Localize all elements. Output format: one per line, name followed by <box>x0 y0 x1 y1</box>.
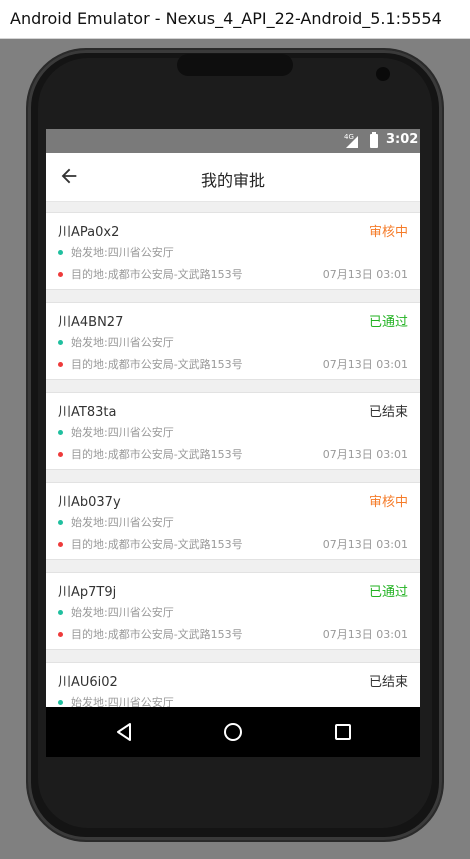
status-badge: 已通过 <box>368 585 408 600</box>
plate-number: 川A4BN27 <box>58 315 124 330</box>
plate-number: 川Ab037y <box>58 495 121 510</box>
origin-dot-icon <box>58 340 63 345</box>
origin-text: 始发地:四川省公安厅 <box>71 606 174 619</box>
timestamp: 07月13日 03:01 <box>322 448 408 461</box>
destination-text: 目的地:成都市公安局-文武路153号 <box>71 628 243 641</box>
status-badge: 审核中 <box>368 225 408 240</box>
destination-text: 目的地:成都市公安局-文武路153号 <box>71 448 243 461</box>
plate-number: 川AT83ta <box>58 405 117 420</box>
device-screen: 4G 3:02 我的审批 川APa0x2 审核中 始发地:四川省公安厅 目的地:… <box>46 129 420 757</box>
list-item[interactable]: 川Ab037y 审核中 始发地:四川省公安厅 目的地:成都市公安局-文武路153… <box>46 482 420 560</box>
nav-back-icon[interactable] <box>112 720 136 744</box>
timestamp: 07月13日 03:01 <box>322 268 408 281</box>
list-item[interactable]: 川AT83ta 已结束 始发地:四川省公安厅 目的地:成都市公安局-文武路153… <box>46 392 420 470</box>
destination-text: 目的地:成都市公安局-文武路153号 <box>71 538 243 551</box>
speaker-grille <box>177 54 293 76</box>
origin-dot-icon <box>58 520 63 525</box>
nav-home-icon[interactable] <box>221 720 245 744</box>
destination-dot-icon <box>58 272 63 277</box>
status-badge: 已通过 <box>368 315 408 330</box>
status-badge: 已结束 <box>368 675 408 690</box>
destination-dot-icon <box>58 542 63 547</box>
origin-text: 始发地:四川省公安厅 <box>71 516 174 529</box>
origin-dot-icon <box>58 610 63 615</box>
nav-recents-icon[interactable] <box>331 720 355 744</box>
list-item[interactable]: 川APa0x2 审核中 始发地:四川省公安厅 目的地:成都市公安局-文武路153… <box>46 212 420 290</box>
destination-dot-icon <box>58 452 63 457</box>
plate-number: 川APa0x2 <box>58 225 120 240</box>
origin-text: 始发地:四川省公安厅 <box>71 336 174 349</box>
approval-list[interactable]: 川APa0x2 审核中 始发地:四川省公安厅 目的地:成都市公安局-文武路153… <box>46 202 420 757</box>
origin-text: 始发地:四川省公安厅 <box>71 246 174 259</box>
window-title: Android Emulator - Nexus_4_API_22-Androi… <box>10 9 442 28</box>
battery-icon <box>370 132 378 148</box>
timestamp: 07月13日 03:01 <box>322 358 408 371</box>
status-clock: 3:02 <box>386 132 419 147</box>
window-titlebar: Android Emulator - Nexus_4_API_22-Androi… <box>0 0 470 39</box>
app-bar: 我的审批 <box>46 153 420 202</box>
navigation-bar <box>46 707 420 757</box>
destination-text: 目的地:成都市公安局-文武路153号 <box>71 358 243 371</box>
plate-number: 川Ap7T9j <box>58 585 117 600</box>
origin-dot-icon <box>58 700 63 705</box>
list-item[interactable]: 川A4BN27 已通过 始发地:四川省公安厅 目的地:成都市公安局-文武路153… <box>46 302 420 380</box>
signal-icon <box>346 136 358 148</box>
status-badge: 已结束 <box>368 405 408 420</box>
page-title: 我的审批 <box>200 171 265 190</box>
timestamp: 07月13日 03:01 <box>322 538 408 551</box>
status-bar: 4G 3:02 <box>46 129 420 153</box>
camera-icon <box>376 67 390 81</box>
destination-text: 目的地:成都市公安局-文武路153号 <box>71 268 243 281</box>
timestamp: 07月13日 03:01 <box>322 628 408 641</box>
origin-dot-icon <box>58 250 63 255</box>
plate-number: 川AU6i02 <box>58 675 118 690</box>
status-badge: 审核中 <box>368 495 408 510</box>
destination-dot-icon <box>58 632 63 637</box>
destination-dot-icon <box>58 362 63 367</box>
origin-text: 始发地:四川省公安厅 <box>71 426 174 439</box>
origin-dot-icon <box>58 430 63 435</box>
list-item[interactable]: 川Ap7T9j 已通过 始发地:四川省公安厅 目的地:成都市公安局-文武路153… <box>46 572 420 650</box>
